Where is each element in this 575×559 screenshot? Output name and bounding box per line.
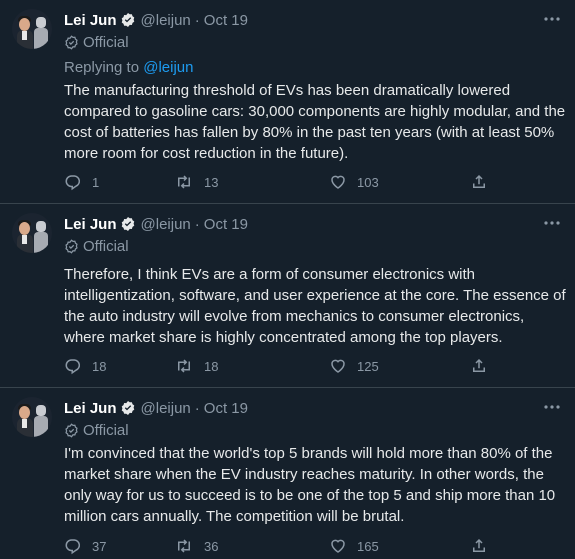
more-options-icon[interactable] — [542, 400, 562, 414]
share-button[interactable] — [470, 357, 498, 375]
verified-badge-icon — [121, 13, 134, 27]
tweet-header: Lei Jun @leijun · Oct 19 — [64, 214, 248, 234]
avatar[interactable] — [12, 9, 52, 49]
retweet-icon — [178, 359, 190, 373]
tweet[interactable]: Lei Jun @leijun · Oct 19 Official I'm co… — [0, 388, 575, 559]
like-count: 103 — [357, 174, 379, 190]
reply-icon — [65, 539, 81, 555]
share-icon — [473, 174, 485, 188]
like-icon — [331, 539, 345, 553]
tweet-header: Lei Jun @leijun · Oct 19 — [64, 398, 248, 418]
like-count: 165 — [357, 538, 379, 554]
author-name[interactable]: Lei Jun — [64, 12, 117, 29]
like-button[interactable]: 165 — [329, 537, 379, 555]
author-handle[interactable]: @leijun — [141, 400, 191, 417]
official-badge-icon — [65, 239, 78, 254]
reply-count: 1 — [92, 174, 100, 190]
like-icon — [331, 359, 345, 373]
avatar[interactable] — [12, 213, 52, 253]
verified-badge-icon — [121, 217, 134, 231]
tweet[interactable]: Lei Jun @leijun · Oct 19 Official Theref… — [0, 204, 575, 388]
share-button[interactable] — [470, 173, 498, 191]
replying-to: Replying to @leijun — [64, 59, 193, 76]
tweet-actions: 1 13 103 — [64, 173, 494, 193]
official-label: Official — [64, 34, 129, 51]
tweet-actions: 37 36 165 — [64, 537, 494, 557]
more-options-icon[interactable] — [542, 12, 562, 26]
replying-to-prefix: Replying to — [64, 59, 140, 76]
like-button[interactable]: 125 — [329, 357, 379, 375]
author-name[interactable]: Lei Jun — [64, 400, 117, 417]
retweet-icon — [178, 175, 190, 189]
retweet-count: 13 — [204, 174, 219, 190]
reply-icon — [65, 359, 81, 375]
retweet-count: 18 — [204, 358, 219, 374]
separator-dot: · — [194, 11, 200, 29]
reply-button[interactable]: 37 — [64, 537, 106, 555]
like-button[interactable]: 103 — [329, 173, 379, 191]
retweet-icon — [178, 539, 190, 553]
official-badge-icon — [65, 423, 78, 438]
author-handle[interactable]: @leijun — [141, 216, 191, 233]
retweet-button[interactable]: 13 — [174, 173, 218, 191]
verified-badge-icon — [121, 401, 134, 415]
tweet-text: Therefore, I think EVs are a form of con… — [64, 266, 566, 346]
like-count: 125 — [357, 358, 379, 374]
tweet-text: The manufacturing threshold of EVs has b… — [64, 82, 566, 162]
tweet-actions: 18 18 125 — [64, 357, 494, 377]
reply-count: 37 — [92, 538, 107, 554]
author-handle[interactable]: @leijun — [141, 12, 191, 29]
separator-dot: · — [194, 215, 200, 233]
retweet-count: 36 — [204, 538, 219, 554]
share-button[interactable] — [470, 537, 498, 555]
official-label-text: Official — [83, 238, 129, 255]
mention-link[interactable]: @leijun — [143, 59, 193, 76]
tweet-date[interactable]: Oct 19 — [204, 12, 248, 29]
official-label: Official — [64, 238, 129, 255]
official-label: Official — [64, 422, 129, 439]
like-icon — [331, 175, 345, 189]
tweet[interactable]: Lei Jun @leijun · Oct 19 Official Replyi… — [0, 0, 575, 204]
share-icon — [473, 358, 485, 372]
retweet-button[interactable]: 36 — [174, 537, 218, 555]
official-badge-icon — [65, 35, 78, 50]
retweet-button[interactable]: 18 — [174, 357, 218, 375]
tweet-text: I'm convinced that the world's top 5 bra… — [64, 445, 556, 525]
tweet-date[interactable]: Oct 19 — [204, 216, 248, 233]
tweet-header: Lei Jun @leijun · Oct 19 — [64, 10, 248, 30]
reply-button[interactable]: 1 — [64, 173, 99, 191]
official-label-text: Official — [83, 422, 129, 439]
avatar[interactable] — [12, 397, 52, 437]
reply-count: 18 — [92, 358, 107, 374]
official-label-text: Official — [83, 34, 129, 51]
reply-button[interactable]: 18 — [64, 357, 106, 375]
tweet-thread: Lei Jun @leijun · Oct 19 Official Replyi… — [0, 0, 575, 559]
more-options-icon[interactable] — [542, 216, 562, 230]
reply-icon — [65, 175, 81, 191]
tweet-date[interactable]: Oct 19 — [204, 400, 248, 417]
author-name[interactable]: Lei Jun — [64, 216, 117, 233]
separator-dot: · — [194, 399, 200, 417]
share-icon — [473, 538, 485, 552]
